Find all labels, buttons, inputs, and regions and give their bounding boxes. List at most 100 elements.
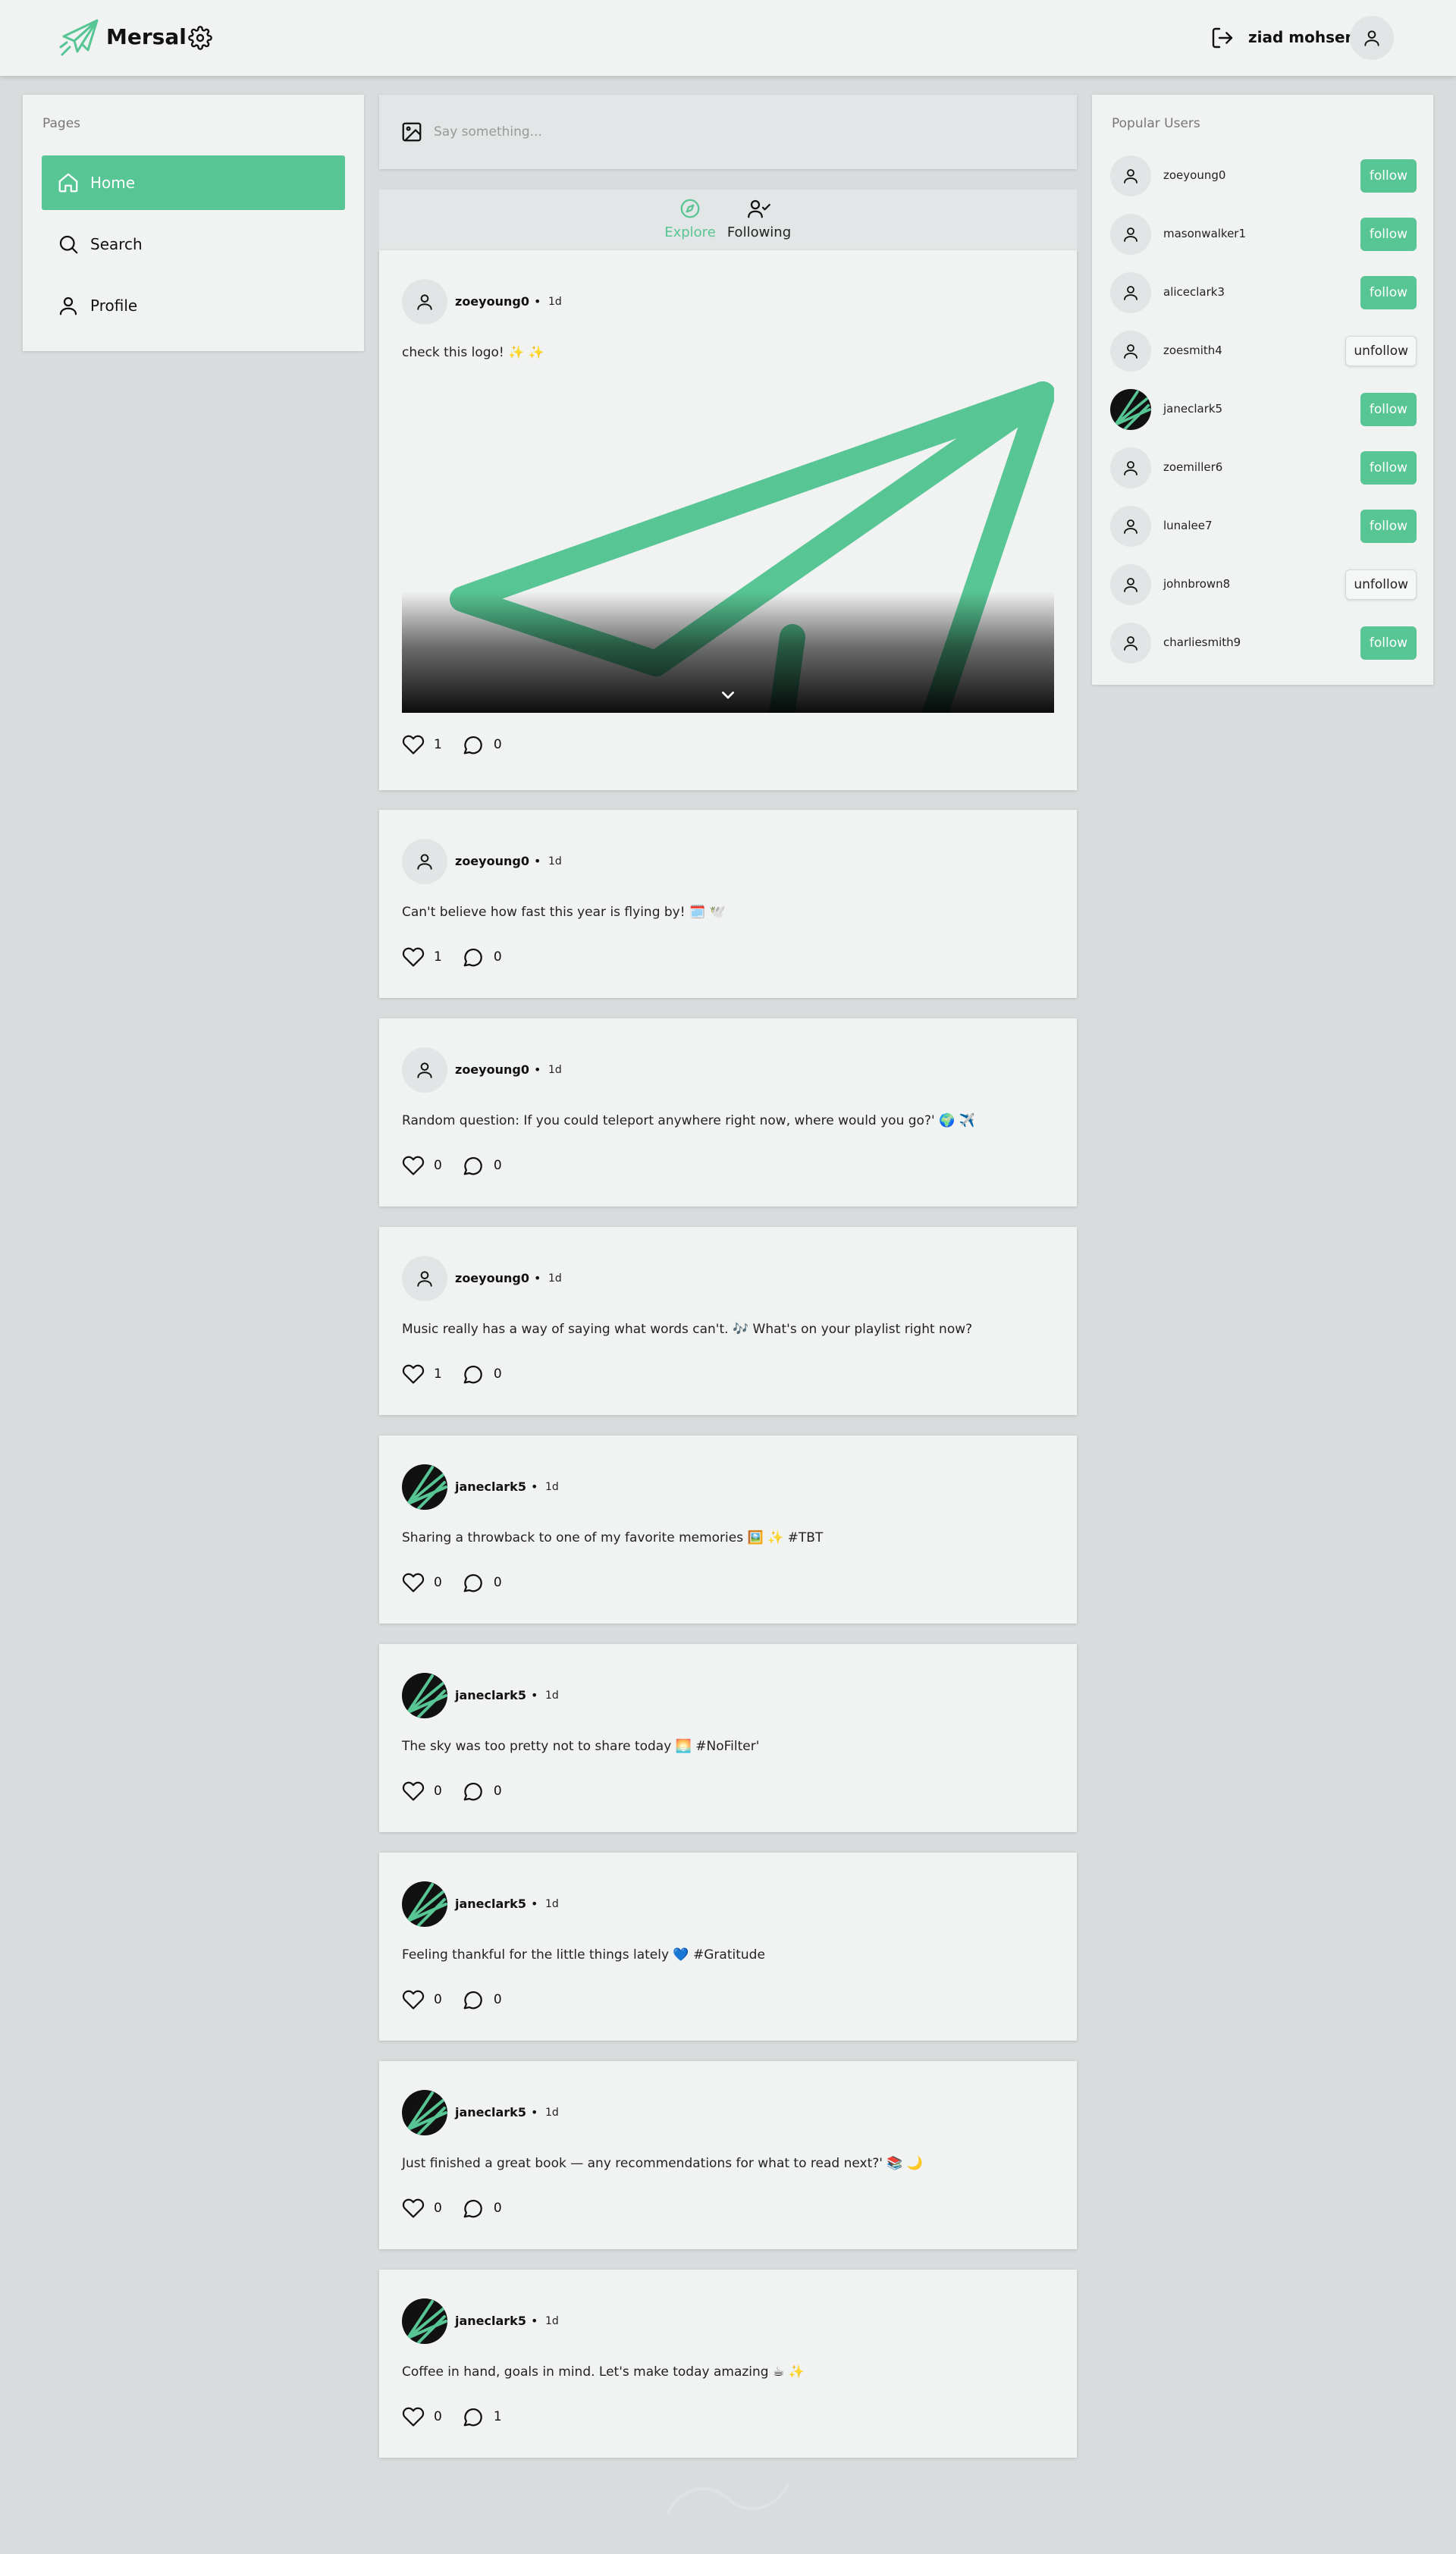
post-avatar[interactable] xyxy=(402,839,447,884)
popular-user-name[interactable]: zoesmith4 xyxy=(1163,344,1222,357)
post-avatar[interactable] xyxy=(402,2090,447,2135)
follow-button[interactable]: follow xyxy=(1360,451,1417,485)
post-text: Can't believe how fast this year is flyi… xyxy=(402,905,726,920)
comment-button[interactable]: 0 xyxy=(462,1363,502,1385)
post-avatar[interactable] xyxy=(402,2298,447,2344)
user-icon xyxy=(417,294,432,310)
popular-user-row: masonwalker1 follow xyxy=(1110,212,1417,255)
post-author[interactable]: zoeyoung0 xyxy=(455,854,529,868)
popular-user-name[interactable]: masonwalker1 xyxy=(1163,227,1246,240)
logout-icon[interactable] xyxy=(1210,26,1235,50)
heart-icon xyxy=(402,1781,425,1801)
user-icon xyxy=(1124,169,1138,184)
post-card: janeclark5 • 1d Feeling thankful for the… xyxy=(379,1853,1077,2041)
popular-user-name[interactable]: janeclark5 xyxy=(1163,402,1222,416)
post-avatar[interactable] xyxy=(402,1047,447,1093)
post-author[interactable]: zoeyoung0 xyxy=(455,1062,529,1077)
comment-button[interactable]: 1 xyxy=(462,2405,502,2428)
unfollow-button[interactable]: unfollow xyxy=(1345,336,1417,366)
post-author[interactable]: janeclark5 xyxy=(455,2314,526,2328)
user-avatar[interactable] xyxy=(1110,623,1151,664)
like-button[interactable]: 1 xyxy=(402,733,442,756)
post-avatar[interactable] xyxy=(402,1464,447,1510)
user-avatar[interactable] xyxy=(1110,389,1151,430)
post-author[interactable]: zoeyoung0 xyxy=(455,294,529,309)
paper-plane-logo-icon[interactable] xyxy=(59,18,100,58)
sidebar-item-profile[interactable]: Profile xyxy=(42,278,345,333)
follow-button[interactable]: follow xyxy=(1360,510,1417,543)
chevron-down-icon[interactable] xyxy=(716,682,740,707)
user-avatar[interactable] xyxy=(1110,272,1151,313)
post-avatar[interactable] xyxy=(402,1673,447,1718)
post-author[interactable]: janeclark5 xyxy=(455,2105,526,2119)
like-button[interactable]: 0 xyxy=(402,2197,442,2220)
comment-button[interactable]: 0 xyxy=(462,946,502,968)
tab-following[interactable]: Following xyxy=(717,197,801,244)
popular-user-name[interactable]: aliceclark3 xyxy=(1163,285,1225,299)
post-time: 1d xyxy=(548,296,562,308)
post-input[interactable] xyxy=(434,115,1056,149)
post-author[interactable]: zoeyoung0 xyxy=(455,1271,529,1285)
popular-user-name[interactable]: lunalee7 xyxy=(1163,519,1213,532)
user-avatar[interactable] xyxy=(1110,214,1151,255)
follow-button[interactable]: follow xyxy=(1360,393,1417,426)
post-separator: • xyxy=(534,854,541,868)
comment-button[interactable]: 0 xyxy=(462,1571,502,1594)
post-text: Music really has a way of saying what wo… xyxy=(402,1322,973,1337)
user-avatar[interactable] xyxy=(1110,564,1151,605)
sidebar-item-search[interactable]: Search xyxy=(42,217,345,271)
like-count: 0 xyxy=(434,1575,442,1590)
post-avatar[interactable] xyxy=(402,1256,447,1301)
post-author[interactable]: janeclark5 xyxy=(455,1897,526,1911)
like-count: 1 xyxy=(434,949,442,965)
like-button[interactable]: 0 xyxy=(402,1780,442,1803)
like-button[interactable]: 0 xyxy=(402,1571,442,1594)
image-icon[interactable] xyxy=(400,121,423,143)
popular-user-name[interactable]: johnbrown8 xyxy=(1163,577,1230,591)
comment-button[interactable]: 0 xyxy=(462,1988,502,2011)
follow-button[interactable]: follow xyxy=(1360,218,1417,251)
post-author[interactable]: janeclark5 xyxy=(455,1479,526,1494)
user-icon xyxy=(1124,461,1138,475)
gear-icon[interactable] xyxy=(188,26,212,50)
like-count: 1 xyxy=(434,1366,442,1382)
user-avatar[interactable] xyxy=(1110,447,1151,488)
like-button[interactable]: 0 xyxy=(402,1988,442,2011)
current-user-name[interactable]: ziad mohsen xyxy=(1248,28,1356,46)
comment-icon xyxy=(463,736,482,755)
post-avatar[interactable] xyxy=(402,279,447,325)
like-count: 0 xyxy=(434,2409,442,2424)
avatar-image xyxy=(406,1466,447,1510)
comment-button[interactable]: 0 xyxy=(462,1780,502,1803)
like-count: 0 xyxy=(434,2201,442,2216)
avatar-image xyxy=(1114,390,1151,430)
like-button[interactable]: 1 xyxy=(402,1363,442,1385)
user-avatar[interactable] xyxy=(1350,16,1394,60)
popular-user-name[interactable]: zoeyoung0 xyxy=(1163,168,1225,182)
pages-panel: Pages Home Search Profile xyxy=(23,95,364,351)
footer-watermark xyxy=(637,2468,819,2529)
follow-button[interactable]: follow xyxy=(1360,276,1417,309)
follow-button[interactable]: follow xyxy=(1360,159,1417,193)
user-avatar[interactable] xyxy=(1110,506,1151,547)
comment-count: 0 xyxy=(493,737,502,752)
user-avatar[interactable] xyxy=(1110,331,1151,372)
post-author[interactable]: janeclark5 xyxy=(455,1688,526,1702)
comment-button[interactable]: 0 xyxy=(462,2197,502,2220)
post-image[interactable] xyxy=(402,379,1054,713)
avatar-image xyxy=(406,2300,447,2344)
comment-button[interactable]: 0 xyxy=(462,1154,502,1177)
popular-user-name[interactable]: zoemiller6 xyxy=(1163,460,1222,474)
user-avatar[interactable] xyxy=(1110,155,1151,196)
like-button[interactable]: 0 xyxy=(402,1154,442,1177)
feed-tabs: Explore Following xyxy=(379,190,1077,250)
unfollow-button[interactable]: unfollow xyxy=(1345,569,1417,600)
comment-button[interactable]: 0 xyxy=(462,733,502,756)
post-separator: • xyxy=(531,1479,538,1494)
follow-button[interactable]: follow xyxy=(1360,626,1417,660)
sidebar-item-home[interactable]: Home xyxy=(42,155,345,210)
like-button[interactable]: 0 xyxy=(402,2405,442,2428)
popular-user-name[interactable]: charliesmith9 xyxy=(1163,635,1241,649)
like-button[interactable]: 1 xyxy=(402,946,442,968)
post-avatar[interactable] xyxy=(402,1881,447,1927)
